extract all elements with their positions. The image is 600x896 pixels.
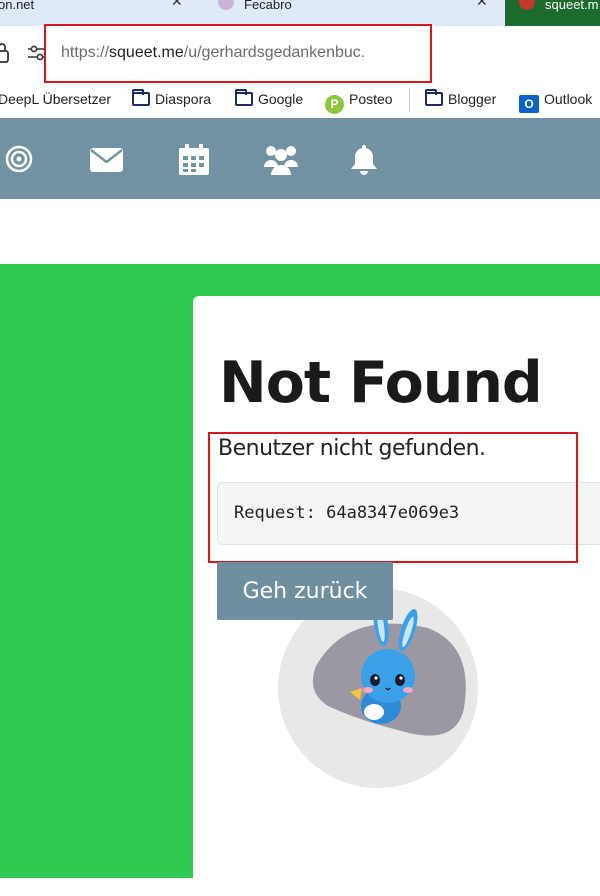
tab-close-icon[interactable]: ✕	[171, 0, 183, 10]
folder-icon	[132, 89, 150, 106]
bookmark-google[interactable]: Google	[235, 89, 304, 110]
folder-icon	[235, 89, 253, 106]
bookmark-label: Blogger	[448, 91, 497, 107]
calendar-icon[interactable]	[179, 144, 209, 175]
message-highlight-box	[208, 432, 578, 563]
tab-close-icon[interactable]: ✕	[476, 0, 488, 10]
bookmarks-bar: DeepL Übersetzer Diaspora Google P Posteo…	[0, 84, 600, 118]
outlook-icon: O	[519, 95, 539, 113]
bookmark-blogger[interactable]: Blogger	[425, 89, 497, 110]
bookmark-label: Posteo	[349, 91, 393, 107]
posteo-icon: P	[325, 95, 344, 114]
target-icon[interactable]	[5, 145, 33, 173]
tab-favicon-icon	[519, 0, 535, 10]
bookmark-diaspora[interactable]: Diaspora	[132, 89, 212, 110]
tab-favicon-icon	[218, 0, 234, 10]
tab-label[interactable]: on.net	[0, 0, 34, 26]
tab-bar: on.net ✕ Fecabro ✕ squeet.m	[0, 0, 600, 26]
mail-icon[interactable]	[90, 148, 123, 172]
bookmark-label: Google	[258, 91, 304, 107]
page-title: Not Found	[219, 350, 543, 416]
back-button[interactable]: Geh zurück	[217, 562, 393, 620]
tab-label: squeet.m	[545, 0, 599, 12]
lock-icon[interactable]	[0, 42, 10, 64]
site-nav	[0, 118, 600, 199]
tab-label[interactable]: Fecabro	[244, 0, 292, 26]
bookmarks-divider	[409, 88, 410, 112]
folder-icon	[425, 89, 443, 106]
people-icon[interactable]	[264, 144, 298, 175]
tab-active[interactable]: squeet.m	[505, 0, 600, 26]
bookmark-label: Diaspora	[155, 91, 212, 107]
bookmark-posteo[interactable]: P Posteo	[325, 90, 393, 114]
bookmark-label: Outlook	[544, 91, 593, 107]
page-top-spacer	[0, 199, 600, 264]
url-highlight-box	[44, 24, 432, 83]
bookmark-deepl[interactable]: DeepL Übersetzer	[0, 90, 111, 110]
bell-icon[interactable]	[350, 143, 378, 175]
bookmark-outlook[interactable]: O Outlook	[519, 90, 593, 113]
